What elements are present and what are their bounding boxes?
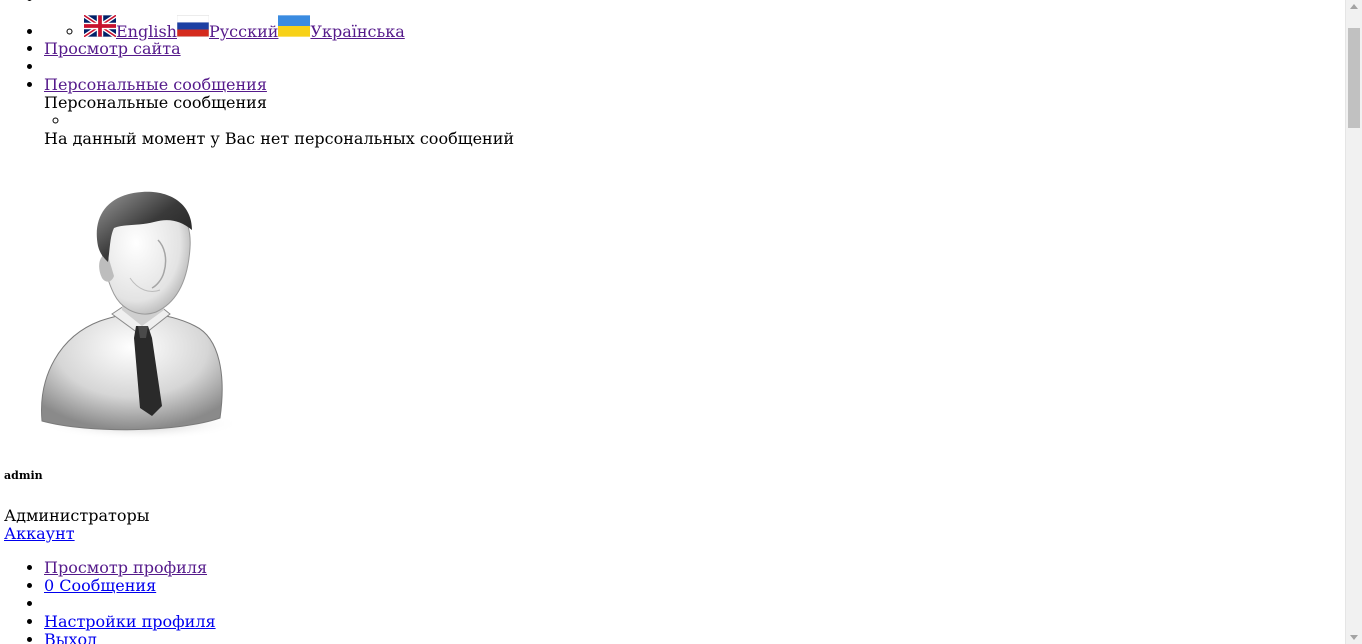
- messages-sub-list: [44, 112, 1345, 130]
- scroll-down-arrow-icon[interactable]: [1350, 635, 1358, 640]
- personal-messages-link[interactable]: Персональные сообщения: [44, 75, 267, 94]
- ua-flag-icon: [278, 15, 311, 37]
- language-list-item: English Русский: [84, 8, 1345, 40]
- profile-menu-item: Просмотр профиля: [44, 559, 216, 577]
- user-avatar-icon: [30, 186, 252, 441]
- messages-title: Персональные сообщения: [44, 93, 267, 112]
- language-ukrainian-link[interactable]: Українська: [278, 15, 405, 41]
- vertical-scrollbar[interactable]: [1345, 0, 1362, 644]
- language-russian-label: Русский: [208, 22, 279, 41]
- user-name: admin: [4, 469, 43, 482]
- scroll-thumb[interactable]: [1348, 28, 1360, 128]
- language-english-label: English: [116, 22, 177, 41]
- messages-count-link[interactable]: 0 Сообщения: [44, 576, 156, 595]
- scroll-up-arrow-icon[interactable]: [1350, 4, 1358, 9]
- profile-menu-item: Выход: [44, 631, 216, 644]
- logout-link[interactable]: Выход: [44, 630, 97, 644]
- profile-menu-item: Настройки профиля: [44, 613, 216, 631]
- account-link[interactable]: Аккаунт: [4, 524, 75, 543]
- view-site-link[interactable]: Просмотр сайта: [44, 39, 181, 58]
- profile-menu: Просмотр профиля 0 Сообщения Настройки п…: [0, 559, 216, 644]
- messages-sub-item: [70, 112, 1345, 130]
- messages-empty-text: На данный момент у Вас нет персональных …: [44, 129, 515, 148]
- user-role: Администраторы: [4, 506, 150, 525]
- language-row: English Русский: [84, 8, 1345, 40]
- language-ukrainian-label: Українська: [310, 22, 405, 41]
- uk-flag-icon: [84, 15, 116, 37]
- ru-flag-icon: [176, 15, 209, 37]
- avatar-image: [40, 191, 240, 440]
- nav-item-view-site: Просмотр сайта: [44, 40, 1345, 58]
- language-russian-link[interactable]: Русский: [176, 15, 279, 41]
- top-nav-list: English Русский: [0, 0, 1345, 148]
- profile-settings-link[interactable]: Настройки профиля: [44, 612, 216, 631]
- account-link-wrap: Аккаунт: [4, 525, 75, 543]
- nav-item-personal-messages: Персональные сообщения Персональные сооб…: [44, 76, 1345, 148]
- language-switcher: English Русский: [44, 8, 1345, 40]
- language-english-link[interactable]: English: [84, 15, 177, 40]
- view-profile-link[interactable]: Просмотр профиля: [44, 558, 207, 577]
- profile-menu-item: 0 Сообщения: [44, 577, 216, 595]
- language-list: English Русский: [44, 8, 1345, 40]
- profile-menu-empty-item: [44, 595, 216, 613]
- nav-empty-item: [44, 58, 1345, 76]
- top-nav-empty-item: [44, 0, 1345, 8]
